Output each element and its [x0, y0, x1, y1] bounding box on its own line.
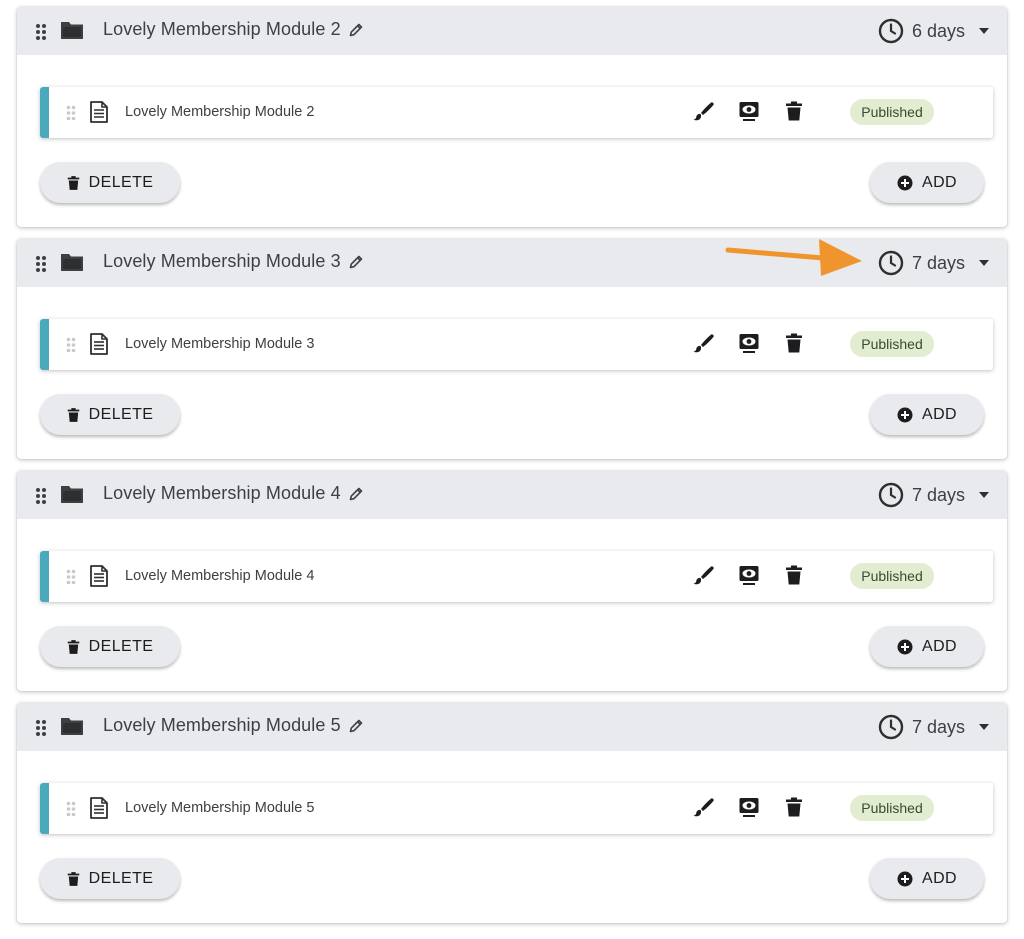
module-duration[interactable]: 7 days — [878, 248, 989, 278]
clock-icon — [878, 714, 904, 740]
drag-handle-icon[interactable] — [35, 487, 47, 510]
folder-icon — [60, 252, 84, 277]
trash-icon[interactable] — [785, 100, 803, 122]
clock-icon — [878, 250, 904, 276]
drag-handle-icon[interactable] — [66, 801, 76, 822]
preview-icon[interactable] — [738, 100, 760, 122]
add-circle-icon — [897, 639, 913, 655]
trash-icon — [67, 639, 80, 655]
clock-icon — [878, 18, 904, 44]
status-badge: Published — [850, 331, 934, 357]
module-title: Lovely Membership Module 4 — [103, 483, 364, 504]
delete-label: DELETE — [88, 173, 154, 191]
brush-icon[interactable] — [692, 564, 714, 586]
caret-down-icon[interactable] — [979, 260, 989, 266]
delete-button[interactable]: DELETE — [40, 394, 180, 435]
trash-icon — [67, 175, 80, 191]
pencil-icon[interactable] — [348, 22, 364, 38]
lesson-title[interactable]: Lovely Membership Module 2 — [125, 104, 314, 120]
drag-handle-icon[interactable] — [35, 255, 47, 278]
module-title: Lovely Membership Module 3 — [103, 251, 364, 272]
delete-button[interactable]: DELETE — [40, 162, 180, 203]
status-badge: Published — [850, 563, 934, 589]
module-title-text: Lovely Membership Module 2 — [103, 19, 341, 39]
duration-text: 6 days — [911, 20, 965, 41]
module-card: Lovely Membership Module 5 7 days Lovely… — [17, 703, 1007, 923]
delete-label: DELETE — [88, 637, 154, 655]
document-icon — [90, 565, 108, 592]
preview-icon[interactable] — [738, 564, 760, 586]
lesson-row[interactable]: Lovely Membership Module 5 Published — [40, 783, 993, 834]
trash-icon — [67, 407, 80, 423]
add-circle-icon — [897, 407, 913, 423]
pencil-icon[interactable] — [348, 718, 364, 734]
trash-icon[interactable] — [785, 564, 803, 586]
brush-icon[interactable] — [692, 100, 714, 122]
module-header[interactable]: Lovely Membership Module 4 7 days — [17, 471, 1007, 519]
delete-button[interactable]: DELETE — [40, 858, 180, 899]
add-button[interactable]: ADD — [870, 858, 984, 899]
folder-icon — [60, 20, 84, 45]
drag-handle-icon[interactable] — [66, 337, 76, 358]
duration-text: 7 days — [911, 252, 965, 273]
lesson-title[interactable]: Lovely Membership Module 5 — [125, 800, 314, 816]
pencil-icon[interactable] — [348, 254, 364, 270]
brush-icon[interactable] — [692, 796, 714, 818]
module-card: Lovely Membership Module 4 7 days Lovely… — [17, 471, 1007, 691]
pencil-icon[interactable] — [348, 486, 364, 502]
caret-down-icon[interactable] — [979, 724, 989, 730]
clock-icon — [878, 482, 904, 508]
trash-icon[interactable] — [785, 796, 803, 818]
module-title: Lovely Membership Module 2 — [103, 19, 364, 40]
module-header[interactable]: Lovely Membership Module 5 7 days — [17, 703, 1007, 751]
delete-label: DELETE — [88, 405, 154, 423]
caret-down-icon[interactable] — [979, 492, 989, 498]
module-duration[interactable]: 7 days — [878, 480, 989, 510]
drag-handle-icon[interactable] — [66, 569, 76, 590]
delete-label: DELETE — [88, 869, 154, 887]
module-title-text: Lovely Membership Module 5 — [103, 715, 341, 735]
brush-icon[interactable] — [692, 332, 714, 354]
status-badge: Published — [850, 99, 934, 125]
module-title: Lovely Membership Module 5 — [103, 715, 364, 736]
add-button[interactable]: ADD — [870, 162, 984, 203]
status-badge: Published — [850, 795, 934, 821]
module-header[interactable]: Lovely Membership Module 2 6 days — [17, 7, 1007, 55]
caret-down-icon[interactable] — [979, 28, 989, 34]
lesson-row[interactable]: Lovely Membership Module 2 Published — [40, 87, 993, 138]
folder-icon — [60, 484, 84, 509]
module-duration[interactable]: 7 days — [878, 712, 989, 742]
document-icon — [90, 797, 108, 824]
add-label: ADD — [922, 869, 957, 887]
lesson-title[interactable]: Lovely Membership Module 4 — [125, 568, 314, 584]
add-circle-icon — [897, 175, 913, 191]
module-title-text: Lovely Membership Module 4 — [103, 483, 341, 503]
preview-icon[interactable] — [738, 796, 760, 818]
module-duration[interactable]: 6 days — [878, 16, 989, 46]
duration-text: 7 days — [911, 716, 965, 737]
add-label: ADD — [922, 405, 957, 423]
delete-button[interactable]: DELETE — [40, 626, 180, 667]
drag-handle-icon[interactable] — [35, 719, 47, 742]
duration-text: 7 days — [911, 484, 965, 505]
preview-icon[interactable] — [738, 332, 760, 354]
add-button[interactable]: ADD — [870, 394, 984, 435]
annotation-arrow — [725, 239, 862, 276]
folder-icon — [60, 716, 84, 741]
trash-icon[interactable] — [785, 332, 803, 354]
trash-icon — [67, 871, 80, 887]
drag-handle-icon[interactable] — [35, 23, 47, 46]
lesson-title[interactable]: Lovely Membership Module 3 — [125, 336, 314, 352]
add-button[interactable]: ADD — [870, 626, 984, 667]
lesson-row[interactable]: Lovely Membership Module 3 Published — [40, 319, 993, 370]
add-label: ADD — [922, 637, 957, 655]
drag-handle-icon[interactable] — [66, 105, 76, 126]
lesson-row[interactable]: Lovely Membership Module 4 Published — [40, 551, 993, 602]
add-label: ADD — [922, 173, 957, 191]
module-title-text: Lovely Membership Module 3 — [103, 251, 341, 271]
module-card: Lovely Membership Module 2 6 days Lovely… — [17, 7, 1007, 227]
add-circle-icon — [897, 871, 913, 887]
document-icon — [90, 101, 108, 128]
document-icon — [90, 333, 108, 360]
